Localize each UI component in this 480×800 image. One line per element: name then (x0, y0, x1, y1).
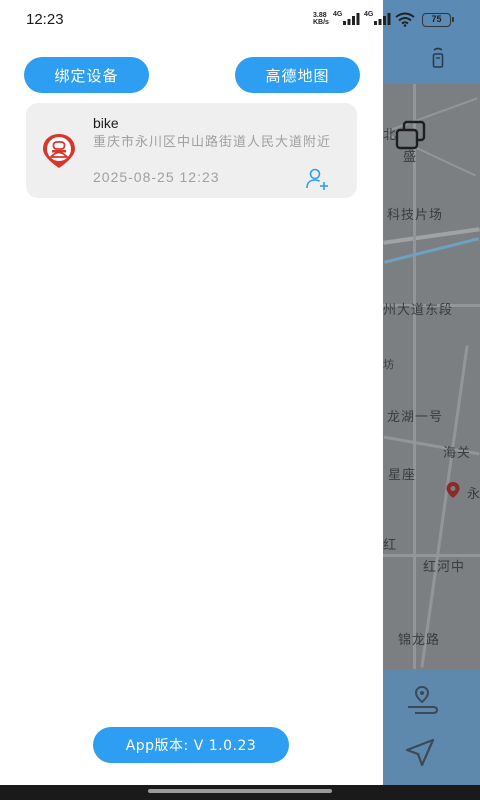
device-time: 2025-08-25 12:23 (93, 169, 220, 185)
signal-type-label: 4G (333, 11, 343, 18)
map-label: 永 (467, 487, 480, 502)
network-speed-value: 3.88 (313, 12, 327, 19)
map-bottom-panel (383, 669, 480, 785)
map-label: 坊 (383, 358, 395, 371)
device-card[interactable]: bike 重庆市永川区中山路街道人民大道附近 2025-08-25 12:23 (26, 103, 357, 198)
device-drawer: 绑定设备 高德地图 bike 重庆市永川区中山路街道人民大道附近 2025-08… (0, 0, 383, 800)
amap-button[interactable]: 高德地图 (235, 57, 360, 93)
map-label: 星座 (388, 468, 417, 483)
battery-icon: 75 (422, 13, 454, 27)
route-icon[interactable] (405, 685, 439, 715)
navigation-arrow-icon[interactable] (403, 737, 437, 769)
wifi-icon (395, 12, 415, 27)
home-indicator[interactable] (148, 789, 332, 793)
bind-device-button[interactable]: 绑定设备 (24, 57, 149, 93)
map-label: 科技片场 (387, 208, 444, 223)
network-speed: 3.88 KB/s (313, 12, 329, 26)
map-label: 龙湖一号 (387, 410, 444, 425)
signal-icon (374, 13, 391, 25)
map-view[interactable]: 科技片场 州大道东段 龙湖一号 海关 星座 永 红河中 锦龙路 北 盛 红 坊 (383, 0, 480, 800)
add-user-icon[interactable] (305, 167, 329, 191)
signal-type-label: 4G (364, 11, 374, 18)
map-label: 锦龙路 (398, 633, 441, 648)
app-version-button[interactable]: App版本: V 1.0.23 (93, 727, 289, 763)
map-label: 红 (383, 538, 398, 553)
status-bar: 12:23 3.88 KB/s 4G 4G 75 (0, 0, 480, 40)
status-time: 12:23 (26, 11, 64, 28)
layers-icon[interactable] (393, 120, 429, 152)
tracker-icon[interactable] (431, 47, 445, 69)
person-badge-icon (43, 134, 75, 168)
map-area[interactable]: 科技片场 州大道东段 龙湖一号 海关 星座 永 红河中 锦龙路 北 盛 红 坊 (383, 84, 480, 669)
signal-icon (343, 13, 360, 25)
device-address: 重庆市永川区中山路街道人民大道附近 (93, 135, 332, 150)
device-name: bike (93, 115, 119, 131)
network-speed-unit: KB/s (313, 19, 329, 26)
map-label: 州大道东段 (383, 303, 454, 318)
system-nav-bar (0, 785, 480, 800)
location-pin-icon (446, 482, 460, 498)
map-label: 红河中 (423, 560, 466, 575)
map-label: 海关 (443, 446, 472, 461)
